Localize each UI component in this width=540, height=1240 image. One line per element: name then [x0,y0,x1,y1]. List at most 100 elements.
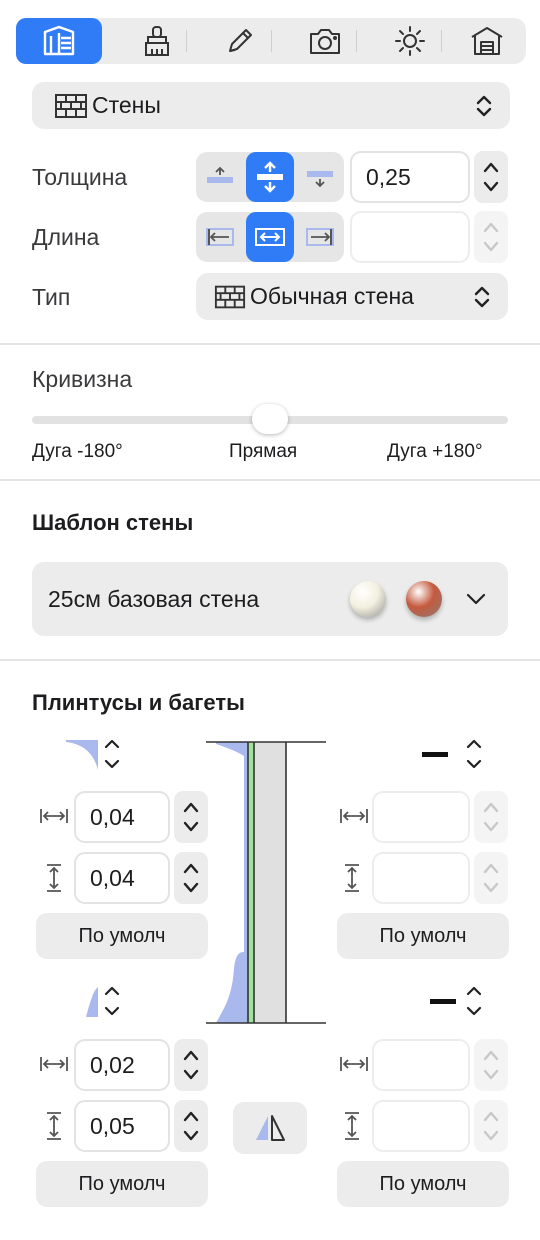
object-type-label: Стены [92,92,161,118]
wall-template-popup[interactable]: 25см базовая стена [32,562,508,636]
bottom-right-height-stepper[interactable] [474,1100,508,1152]
paint-brush-icon [145,26,169,56]
wall-template-title: Шаблон стены [32,510,194,535]
chevron-up-down-icon [483,222,499,252]
bottom-left-width-input[interactable]: 0,02 [74,1039,170,1091]
length-alignment-segment [196,212,344,262]
top-right-profile-popup[interactable] [420,738,486,777]
bottom-right-width-stepper[interactable] [474,1039,508,1091]
top-right-width-input[interactable] [372,791,470,843]
thickness-stepper[interactable] [474,151,508,203]
bottom-left-height-stepper[interactable] [174,1100,208,1152]
height-icon [47,864,61,892]
length-input[interactable] [350,211,470,263]
wall-section-diagram [206,741,326,1024]
extend-left-button[interactable] [196,212,244,262]
chevron-up-down-icon [483,863,499,893]
wall-type-value: Обычная стена [250,283,414,309]
bottom-right-width-input[interactable] [372,1039,470,1091]
top-right-default-button[interactable]: По умолч [337,913,509,959]
bottom-left-width-stepper[interactable] [174,1039,208,1091]
divider [0,479,540,481]
height-icon [47,1112,61,1140]
top-left-width-stepper[interactable] [174,791,208,843]
chevron-up-down-icon [483,162,499,192]
house-icon [471,27,503,55]
camera-tool-button[interactable] [286,22,364,60]
curvature-min-label: Дуга -180° [32,441,123,462]
width-icon [340,1057,368,1071]
top-left-height-stepper[interactable] [174,852,208,904]
align-bottom-button[interactable] [296,152,344,202]
brick-wall-icon [55,93,87,118]
separator [356,30,357,52]
curvature-mid-label: Прямая [229,441,298,462]
chevron-up-down-icon [183,1050,199,1080]
wall-tool-icon [43,25,75,56]
object-type-popup[interactable]: Стены [32,82,510,129]
wall-tool-button[interactable] [16,18,102,64]
flip-horizontal-icon [256,1115,285,1141]
draw-tool-button[interactable] [201,22,279,60]
bottom-right-default-button[interactable]: По умолч [337,1161,509,1207]
top-left-width-input[interactable]: 0,04 [74,791,170,843]
camera-icon [310,29,340,54]
length-stepper[interactable] [474,211,508,263]
bottom-right-profile-popup[interactable] [428,985,486,1024]
length-label: Длина [32,224,100,250]
align-center-icon [257,161,283,193]
chevron-up-down-icon [474,286,490,307]
extend-right-icon [306,228,334,246]
height-icon [345,864,359,892]
align-top-icon [207,166,233,183]
separator [441,30,442,52]
top-left-default-button[interactable]: По умолч [36,913,208,959]
sun-icon [395,26,425,56]
top-right-height-stepper[interactable] [474,852,508,904]
bottom-right-height-input[interactable] [372,1100,470,1152]
divider [0,343,540,345]
type-label: Тип [32,284,71,310]
brick-wall-icon [214,285,246,308]
extend-right-button[interactable] [296,212,344,262]
top-left-height-input[interactable]: 0,04 [74,852,170,904]
align-center-button[interactable] [246,152,294,202]
chevron-down-icon [466,593,486,605]
building-tool-button[interactable] [448,22,526,60]
align-top-button[interactable] [196,152,244,202]
baseboard-profile-icon [86,986,120,1017]
chevron-up-down-icon [183,802,199,832]
curvature-label: Кривизна [32,366,133,392]
chevron-up-down-icon [483,1050,499,1080]
separator [271,30,272,52]
outer-material-swatch[interactable] [406,581,442,617]
chevron-up-down-icon [483,1111,499,1141]
curvature-slider-knob[interactable] [252,404,288,434]
bottom-left-profile-popup[interactable] [84,985,124,1024]
top-right-height-input[interactable] [372,852,470,904]
width-icon [40,809,68,823]
top-left-profile-popup[interactable] [64,738,124,777]
chevron-up-down-icon [476,95,492,116]
none-profile-icon [422,739,482,769]
inner-material-swatch[interactable] [350,581,386,617]
wall-template-value: 25см базовая стена [48,585,260,612]
mirror-button[interactable] [233,1102,307,1154]
bottom-left-height-input[interactable]: 0,05 [74,1100,170,1152]
top-right-width-stepper[interactable] [474,791,508,843]
curvature-max-label: Дуга +180° [387,441,483,462]
light-tool-button[interactable] [371,22,449,60]
tool-tabs [16,18,526,64]
extend-both-button[interactable] [246,212,294,262]
wall-type-popup[interactable]: Обычная стена [196,273,508,320]
thickness-alignment-segment [196,152,344,202]
extend-left-icon [206,228,234,246]
width-icon [340,809,368,823]
separator [186,30,187,52]
paint-tool-button[interactable] [118,22,196,60]
thickness-input[interactable]: 0,25 [350,151,470,203]
thickness-label: Толщина [32,164,128,190]
cornice-profile-icon [66,739,120,770]
chevron-up-down-icon [183,863,199,893]
bottom-left-default-button[interactable]: По умолч [36,1161,208,1207]
